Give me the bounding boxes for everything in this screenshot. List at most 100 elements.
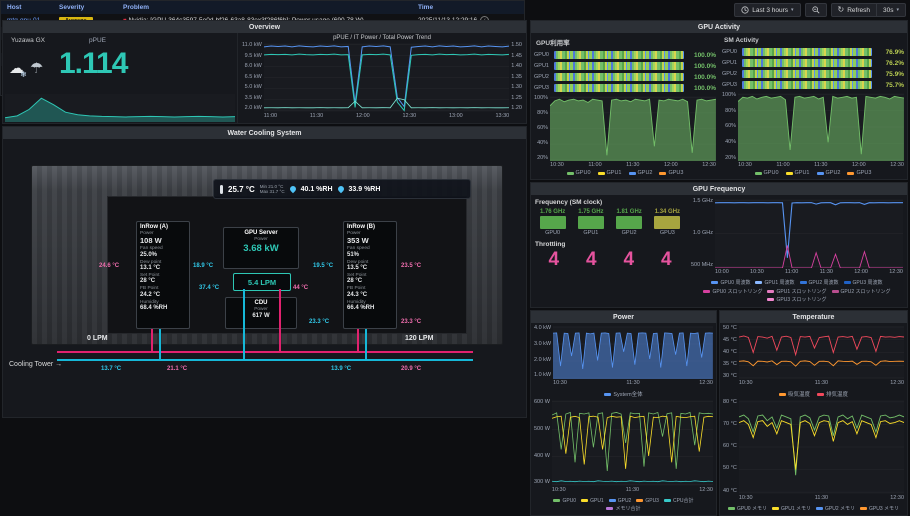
legend-item[interactable]: GPU2 スロットリング: [832, 288, 891, 295]
legend-item[interactable]: System全体: [604, 390, 642, 398]
throttling-legend: GPU0 スロットリング GPU1 スロットリング GPU2 スロットリング GPU3…: [691, 288, 903, 303]
panel-header-water-cooling[interactable]: Water Cooling System: [3, 127, 526, 139]
chart-plot[interactable]: [264, 43, 510, 112]
legend-item[interactable]: GPU0: [553, 498, 576, 504]
chart-plot[interactable]: [550, 96, 716, 161]
panel-header-temperature[interactable]: Temperature: [720, 311, 907, 323]
gpu-utilization-section: GPU利用率 GPU0100.0%GPU1100.0%GPU2100.0%GPU…: [534, 36, 716, 176]
temp-b-low1: 23.3 °C: [309, 319, 329, 325]
dashboard: Last 3 hours ▾ ↻ Refresh 30s ▾ Overview …: [0, 0, 910, 516]
throttle-count: 4: [548, 249, 559, 271]
gpu-meter-row: GPU3100.0%: [534, 83, 716, 93]
power-trend-chart[interactable]: 11.0 kW9.5 kW8.0 kW6.5 kW5.0 kW3.5 kW2.0…: [242, 43, 522, 121]
chart-plot[interactable]: [5, 94, 235, 122]
gpu-utilization-meters: GPU0100.0%GPU1100.0%GPU2100.0%GPU3100.0%: [534, 49, 716, 94]
cooling-tower-label: Cooling Tower →: [9, 361, 62, 368]
legend-swatch: [703, 290, 710, 293]
gpu-frequency-stat: 1.81 GHz GPU2: [612, 209, 647, 236]
metric-pair: Dew point13.5 °C: [347, 260, 393, 272]
gpu-meter-row: GPU2100.0%: [534, 72, 716, 82]
legend-item[interactable]: GPU1: [786, 170, 810, 176]
legend-item[interactable]: GPU1: [598, 170, 622, 176]
legend-item[interactable]: GPU0: [567, 170, 591, 176]
legend-item[interactable]: GPU3 メモリ: [860, 505, 899, 512]
ambient-sensor-bar: 25.7 °C Min 21.0 °C Max 31.7 °C 40.1 %RH…: [213, 179, 471, 199]
chart-plot[interactable]: [715, 199, 903, 268]
air-temperature-chart[interactable]: 50 °C45 °C40 °C35 °C30 °C10:3011:3012:30: [723, 326, 904, 388]
chart-plot[interactable]: [738, 93, 904, 161]
clock-icon: [741, 6, 749, 14]
frequency-legend: GPU0 周波数 GPU1 周波数 GPU2 周波数 GPU3 周波数: [691, 279, 903, 286]
legend-item[interactable]: 排気温度: [817, 390, 848, 398]
frequency-chart[interactable]: 1.5 GHz1.0 GHz500 MHz10:0010:3011:0011:3…: [691, 199, 903, 277]
legend-item[interactable]: メモリ合計: [606, 505, 640, 512]
sm-activity-chart[interactable]: 100%80%60%40%20%10:3011:0011:3012:0012:3…: [722, 93, 904, 170]
cdu-power: 617 W: [229, 313, 293, 320]
legend-item[interactable]: GPU3: [847, 170, 871, 176]
legend-item[interactable]: CPU合計: [664, 497, 694, 504]
legend-item[interactable]: GPU0: [755, 170, 779, 176]
legend-item[interactable]: GPU1 メモリ: [772, 505, 811, 512]
legend-item[interactable]: GPU0 メモリ: [728, 505, 767, 512]
cold-pipe: [159, 329, 161, 359]
frequency-subtitle: Frequency (SM clock): [535, 199, 685, 206]
stat-tile: [578, 216, 604, 229]
panel-header-overview[interactable]: Overview: [3, 21, 526, 33]
panel-header-gpu-activity[interactable]: GPU Activity: [531, 21, 907, 33]
chart-plot[interactable]: [739, 326, 904, 379]
metric-pair: Dew point13.1 °C: [140, 260, 186, 272]
legend-item[interactable]: GPU1: [581, 498, 604, 504]
ppue-sparkline[interactable]: [5, 94, 235, 122]
legend-item[interactable]: GPU2: [629, 170, 653, 176]
temp-ct2: 21.1 °C: [167, 366, 187, 372]
panel-header-power[interactable]: Power: [531, 311, 716, 323]
magnifier-icon: [812, 6, 820, 14]
humidity-icon: [288, 185, 296, 193]
chart-plot[interactable]: [739, 400, 904, 494]
legend-item[interactable]: GPU3 周波数: [844, 279, 883, 286]
time-range-picker[interactable]: Last 3 hours ▾: [734, 3, 800, 17]
zoom-out-button[interactable]: [805, 3, 827, 17]
inrow-a-unit: InRow (A) Power 108 W Fan speed25.0%Dew …: [136, 221, 190, 329]
legend-item[interactable]: GPU2 メモリ: [816, 505, 855, 512]
refresh-interval-select[interactable]: 30s ▾: [877, 3, 906, 17]
gpu-utilization-chart[interactable]: 100%80%60%40%20%10:3011:0011:3012:0012:3…: [534, 96, 716, 170]
legend-item[interactable]: GPU1 周波数: [755, 279, 794, 286]
temp-a-out: 18.9 °C: [193, 263, 213, 269]
alert-table-header: Host Severity Problem Time: [1, 1, 524, 14]
legend-item[interactable]: GPU1 スロットリング: [767, 288, 826, 295]
legend-item[interactable]: GPU0 周波数: [711, 279, 750, 286]
gpu-meter-row: GPU275.9%: [722, 69, 904, 79]
chevron-down-icon: ▾: [791, 7, 794, 13]
legend-item[interactable]: GPU2 周波数: [800, 279, 839, 286]
legend-item[interactable]: GPU0 スロットリング: [703, 288, 762, 295]
chart-plot[interactable]: [552, 400, 713, 486]
panel-header-gpu-frequency[interactable]: GPU Frequency: [531, 183, 907, 195]
temp-ct3: 13.9 °C: [331, 366, 351, 372]
legend-swatch: [767, 298, 774, 301]
site-label: Yuzawa GX: [11, 37, 45, 44]
legend-item[interactable]: GPU2: [609, 498, 632, 504]
legend-item[interactable]: GPU3: [636, 498, 659, 504]
component-power-chart[interactable]: 600 W500 W400 W300 W10:3011:3012:30: [534, 400, 713, 495]
metric-pair: Fan speed25.0%: [140, 246, 186, 258]
heatmap-strip: [742, 48, 872, 56]
legend-item[interactable]: GPU2: [817, 170, 841, 176]
legend-item[interactable]: GPU3: [659, 170, 683, 176]
time-range-label: Last 3 hours: [752, 7, 788, 14]
air-temperature-legend: 吸気温度排気温度: [723, 390, 904, 398]
legend-swatch: [832, 290, 839, 293]
legend-item[interactable]: GPU3 スロットリング: [767, 296, 826, 303]
temp-ct4: 20.9 °C: [401, 366, 421, 372]
system-power-legend: System全体: [534, 390, 713, 398]
legend-swatch: [659, 172, 666, 175]
system-power-chart[interactable]: 4.0 kW3.0 kW2.0 kW1.0 kW10:3011:3012:30: [534, 326, 713, 388]
refresh-button[interactable]: ↻ Refresh: [831, 3, 877, 17]
legend-item[interactable]: 吸気温度: [779, 390, 810, 398]
gpu-meter-row: GPU1100.0%: [534, 61, 716, 71]
legend-swatch: [860, 507, 867, 510]
memory-temperature-chart[interactable]: 80 °C70 °C60 °C50 °C40 °C10:3011:3012:30: [723, 400, 904, 503]
chart-plot[interactable]: [553, 326, 713, 379]
legend-swatch: [755, 172, 762, 175]
sm-activity-meters: GPU076.9%GPU176.2%GPU275.9%GPU375.7%: [722, 46, 904, 91]
